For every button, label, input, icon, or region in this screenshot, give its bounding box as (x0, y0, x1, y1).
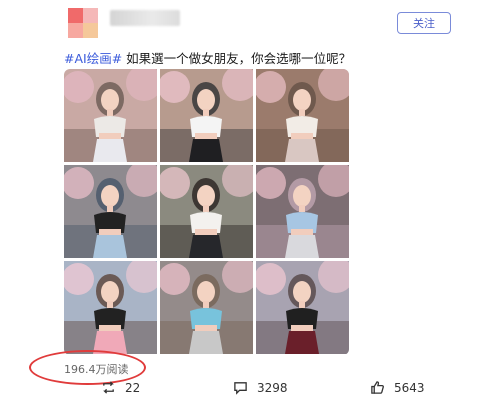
portrait-photo-icon (64, 69, 157, 162)
portrait-photo-icon (64, 165, 157, 258)
username-blurred (110, 10, 180, 26)
like-button[interactable]: 5643 (370, 380, 425, 395)
avatar[interactable] (68, 8, 98, 38)
post-image[interactable] (160, 261, 253, 354)
portrait-photo-icon (256, 165, 349, 258)
post-image[interactable] (256, 165, 349, 258)
follow-button[interactable]: 关注 (397, 12, 451, 34)
portrait-photo-icon (160, 165, 253, 258)
post-body: 如果選一个做女朋友，你会选哪一位呢？ (122, 51, 352, 66)
post-image[interactable] (160, 165, 253, 258)
like-count: 5643 (394, 380, 425, 395)
post-image[interactable] (256, 69, 349, 162)
portrait-photo-icon (64, 261, 157, 354)
hashtag-link[interactable]: #AI绘画# (64, 51, 122, 66)
image-grid (64, 69, 349, 355)
repost-count: 22 (125, 380, 141, 395)
post-image[interactable] (160, 69, 253, 162)
repost-button[interactable]: 22 (101, 380, 140, 395)
repost-icon (103, 381, 114, 394)
thumbs-up-icon (371, 381, 384, 394)
post-image[interactable] (64, 69, 157, 162)
comment-count: 3298 (257, 380, 288, 395)
portrait-photo-icon (160, 261, 253, 354)
post-image[interactable] (64, 261, 157, 354)
post-image[interactable] (256, 261, 349, 354)
post-image[interactable] (64, 165, 157, 258)
comment-button[interactable]: 3298 (233, 380, 288, 395)
post-text: #AI绘画# 如果選一个做女朋友，你会选哪一位呢？ (64, 48, 351, 67)
portrait-photo-icon (160, 69, 253, 162)
portrait-photo-icon (256, 69, 349, 162)
comment-icon (234, 382, 247, 395)
portrait-photo-icon (256, 261, 349, 354)
